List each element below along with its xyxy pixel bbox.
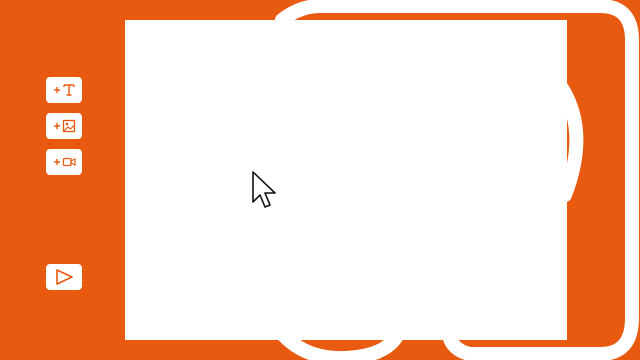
add-text-icon <box>51 82 77 98</box>
app-stage <box>0 0 640 360</box>
add-image-button[interactable] <box>46 113 82 139</box>
left-toolbar <box>46 77 82 291</box>
play-button[interactable] <box>46 264 82 290</box>
add-text-button[interactable] <box>46 77 82 103</box>
add-video-icon <box>51 154 77 170</box>
add-video-button[interactable] <box>46 149 82 175</box>
add-image-icon <box>51 118 77 134</box>
editor-canvas[interactable] <box>125 20 567 340</box>
play-icon <box>53 268 75 286</box>
